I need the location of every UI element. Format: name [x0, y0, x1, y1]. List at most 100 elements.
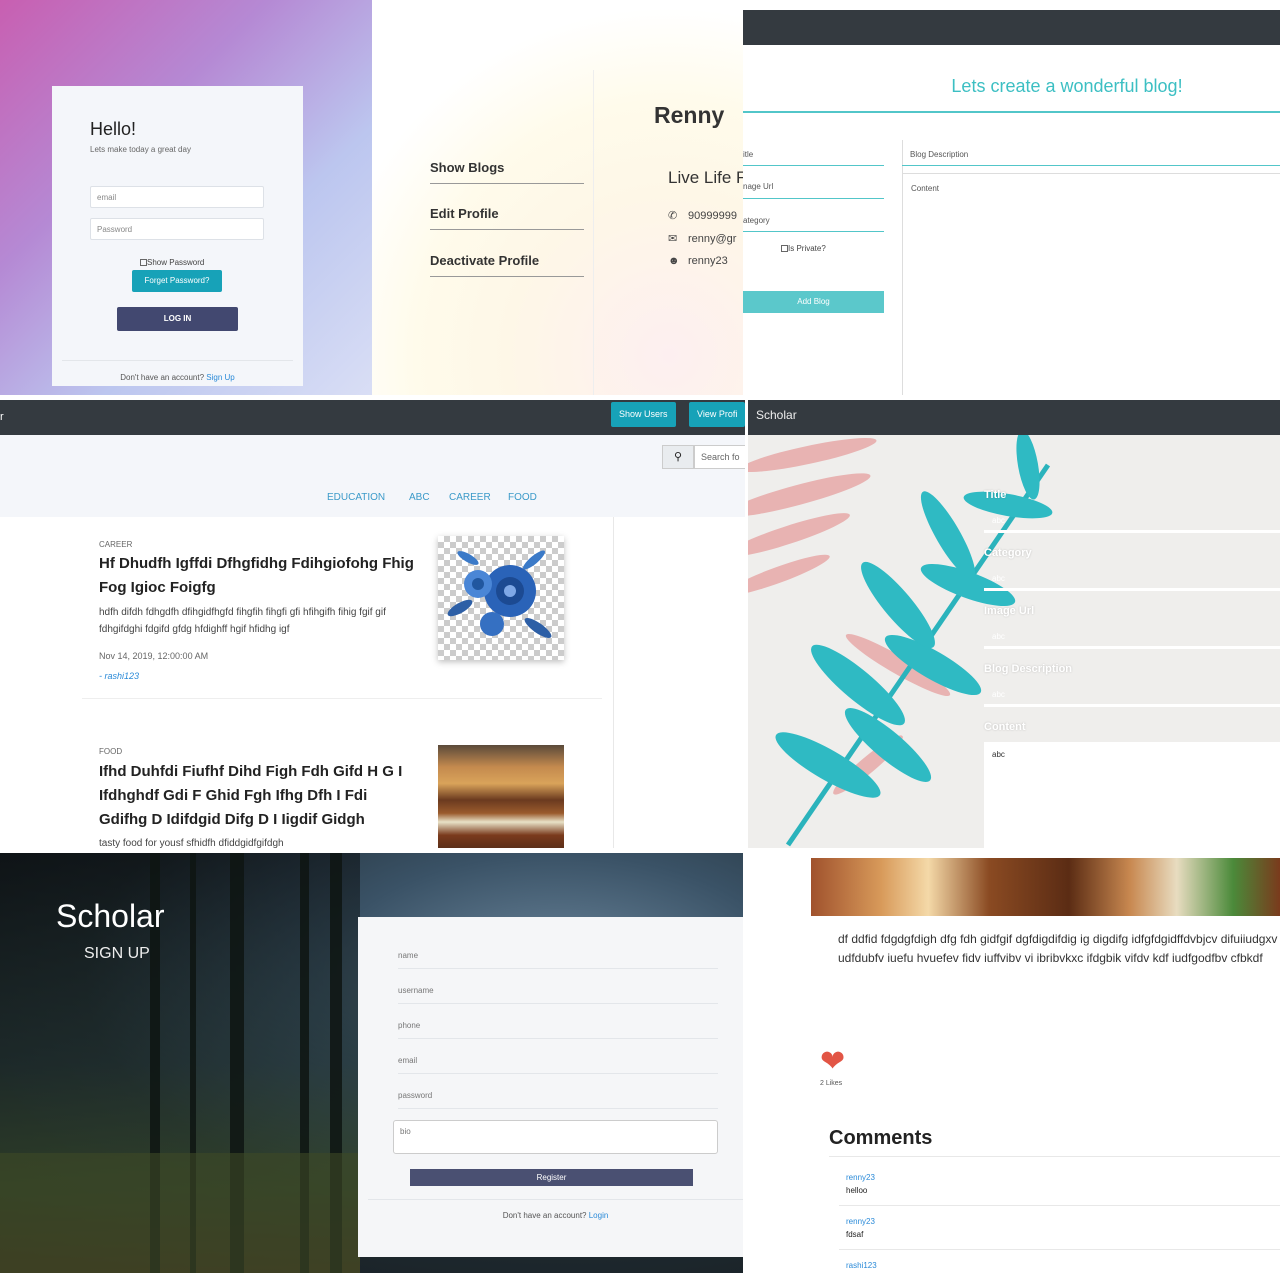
divider: [829, 1156, 1280, 1157]
image-url-underline: [984, 646, 1280, 649]
title-underline: [743, 165, 884, 166]
blog-body: df ddfid fdgdgfdigh dfg fdh gidfgif dgfd…: [838, 932, 1278, 965]
profile-name: Renny: [654, 102, 725, 128]
description-underline: [902, 165, 1280, 166]
blog-list-panel: r Show Users View Profi ⚲ Search fo EDUC…: [0, 400, 745, 848]
email-field[interactable]: email: [398, 1056, 718, 1074]
no-account-label: Don't have an account?: [120, 373, 205, 382]
category-input[interactable]: abc: [992, 574, 1005, 583]
bio-textarea[interactable]: bio: [393, 1120, 718, 1154]
comment-user[interactable]: rashi123: [846, 1261, 877, 1270]
divider: [62, 360, 293, 361]
show-users-button[interactable]: Show Users: [611, 402, 676, 427]
content-textarea[interactable]: abc: [984, 742, 1280, 848]
checkbox-icon: [140, 259, 147, 266]
profile-phone-value: 90999999: [688, 210, 737, 222]
category-career[interactable]: CAREER: [449, 492, 491, 503]
profile-panel: Show Blogs Edit Profile Deactivate Profi…: [372, 0, 743, 395]
no-account-label: Don't have an account?: [502, 1211, 587, 1220]
navbar: r Show Users View Profi: [0, 400, 745, 435]
category-underline: [743, 231, 884, 232]
brand[interactable]: r: [0, 411, 4, 423]
divider: [368, 1199, 743, 1200]
create-blog-panel: Lets create a wonderful blog! itle nage …: [743, 0, 1280, 395]
content-textarea[interactable]: Content: [902, 173, 1280, 395]
category-underline: [984, 588, 1280, 591]
content-label: Content: [984, 721, 1026, 733]
title-underline: [984, 530, 1280, 533]
comment-text: fdsaf: [846, 1230, 864, 1239]
post-excerpt: tasty food for yousf sfhidfh dfiddgidfgi…: [99, 838, 284, 848]
login-button[interactable]: LOG IN: [117, 307, 238, 331]
brand[interactable]: Scholar: [756, 408, 797, 422]
category-abc[interactable]: ABC: [409, 492, 430, 503]
divider: [593, 70, 594, 395]
title-label: Title: [984, 489, 1007, 501]
name-field[interactable]: name: [398, 951, 718, 969]
search-icon[interactable]: ⚲: [662, 445, 694, 469]
signup-card: name username phone email password bio R…: [358, 917, 743, 1257]
content-value: abc: [992, 750, 1005, 759]
search-box: ⚲ Search fo: [662, 445, 745, 469]
show-password-checkbox[interactable]: Show Password: [140, 258, 204, 267]
post-author[interactable]: - rashi123: [99, 671, 139, 681]
comment-user[interactable]: renny23: [846, 1173, 875, 1182]
post-image[interactable]: [438, 536, 564, 660]
forgot-password-button[interactable]: Forget Password?: [132, 270, 222, 292]
blog-detail-panel: df ddfid fdgdgfdigh dfg fdh gidfgif dgfd…: [743, 858, 1280, 1278]
signup-title: SIGN UP: [84, 945, 150, 962]
menu-show-blogs[interactable]: Show Blogs: [430, 160, 584, 184]
category-food[interactable]: FOOD: [508, 492, 537, 503]
login-link[interactable]: Login: [589, 1211, 609, 1220]
post-title[interactable]: Ifhd Duhfdi Fiufhf Dihd Figh Fdh Gifd H …: [99, 760, 419, 832]
show-password-label: Show Password: [147, 258, 205, 267]
post-title[interactable]: Hf Dhudfh Igffdi Dfhgfidhg Fdihgiofohg F…: [99, 552, 419, 600]
add-blog-button[interactable]: Add Blog: [743, 291, 884, 313]
create-blog-heading: Lets create a wonderful blog!: [951, 76, 1183, 96]
navbar: [743, 10, 1280, 45]
login-subtitle: Lets make today a great day: [90, 145, 191, 154]
likes-count: 2 Likes: [820, 1080, 843, 1087]
no-account-text: Don't have an account? Sign Up: [52, 373, 303, 382]
blog-description-input[interactable]: abc: [992, 690, 1005, 699]
forest-trees: [0, 853, 360, 1273]
checkbox-icon: [781, 245, 788, 252]
envelope-icon: ✉: [668, 233, 678, 245]
post-image[interactable]: [438, 745, 564, 848]
comment-user[interactable]: renny23: [846, 1217, 875, 1226]
profile-motto: Live Life F: [668, 168, 743, 187]
post-excerpt: hdfh difdh fdhgdfh dfihgidfhgfd fihgfih …: [99, 607, 386, 635]
post-date: Nov 14, 2019, 12:00:00 AM: [99, 651, 209, 661]
password-input[interactable]: Password: [90, 218, 264, 240]
menu-deactivate-profile[interactable]: Deactivate Profile: [430, 253, 584, 277]
divider: [839, 1249, 1280, 1250]
search-input[interactable]: Search fo: [694, 445, 745, 469]
content-placeholder: Content: [911, 184, 940, 193]
username-field[interactable]: username: [398, 986, 718, 1004]
comments-heading: Comments: [829, 1127, 933, 1149]
category-field[interactable]: ategory: [743, 216, 770, 225]
image-url-input[interactable]: abc: [992, 632, 1005, 641]
category-education[interactable]: EDUCATION: [327, 492, 385, 503]
heart-icon[interactable]: ❤: [820, 1047, 845, 1077]
view-profile-button[interactable]: View Profi: [689, 402, 745, 427]
post-category: CAREER: [99, 540, 133, 549]
register-button[interactable]: Register: [410, 1169, 693, 1186]
title-field[interactable]: itle: [743, 150, 753, 159]
login-card: Hello! Lets make today a great day email…: [52, 86, 303, 386]
category-label: Category: [984, 547, 1032, 559]
profile-email: ✉ renny@gr: [668, 232, 736, 245]
filter-bar: ⚲ Search fo EDUCATION ABC CAREER FOOD: [0, 435, 745, 517]
menu-edit-profile[interactable]: Edit Profile: [430, 206, 584, 230]
blog-description-field[interactable]: Blog Description: [910, 150, 968, 159]
phone-field[interactable]: phone: [398, 1021, 718, 1039]
is-private-checkbox[interactable]: Is Private?: [781, 244, 826, 253]
password-field[interactable]: password: [398, 1091, 718, 1109]
profile-phone: ✆ 90999999: [668, 209, 737, 222]
image-url-field[interactable]: nage Url: [743, 182, 773, 191]
blog-cover-image: [811, 858, 1280, 916]
email-input[interactable]: email: [90, 186, 264, 208]
signup-link[interactable]: Sign Up: [206, 373, 234, 382]
brand-title: Scholar: [56, 898, 165, 934]
title-input[interactable]: abc: [992, 516, 1005, 525]
